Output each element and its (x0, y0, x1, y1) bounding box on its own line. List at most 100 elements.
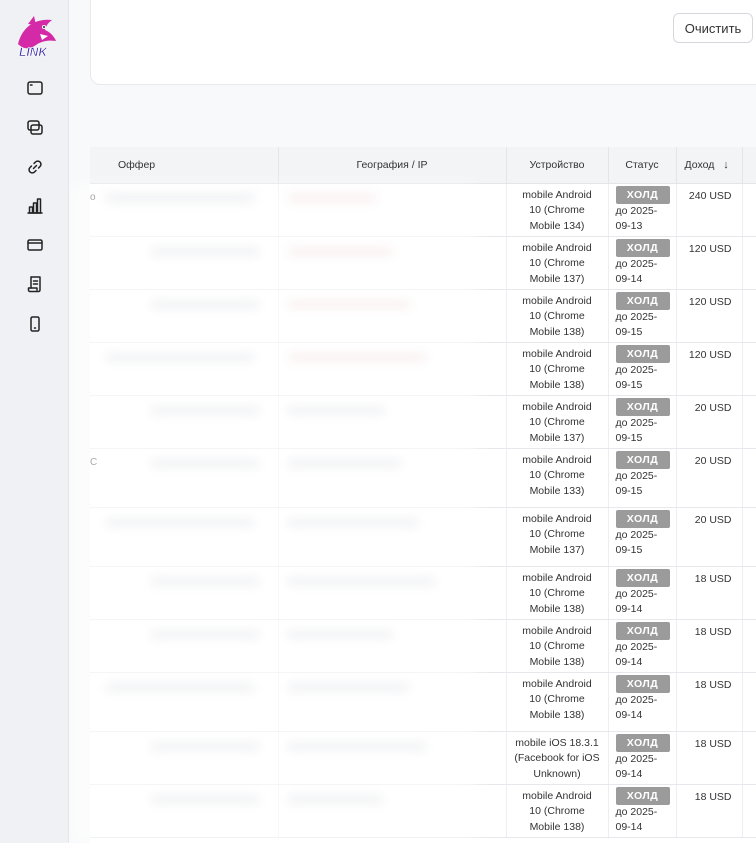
table-row[interactable]: mobile Android 10 (Chrome Mobile 138) ХОЛД д… (90, 784, 756, 838)
device-line: 10 (Chrome (529, 469, 585, 482)
device-cell: mobile Android 10 (Chrome Mobile 137) (506, 507, 609, 567)
geo-cell (278, 448, 507, 508)
income-value: 240 USD (676, 183, 743, 237)
device-line: Mobile 138) (529, 709, 585, 722)
header-status[interactable]: Статус (608, 147, 677, 184)
filter-panel: Очистить (90, 0, 756, 85)
device-line: Mobile 137) (529, 432, 585, 445)
header-device[interactable]: Устройство (506, 147, 609, 184)
clear-filters-button[interactable]: Очистить (673, 13, 753, 43)
income-value: 20 USD (676, 448, 743, 508)
hold-until-date: 09-15 (615, 326, 643, 338)
hold-until-date: до 2025- (615, 752, 658, 765)
device-line: (Facebook for iOS (514, 752, 600, 765)
income-value: 120 USD (676, 342, 743, 396)
table-row[interactable]: mobile Android 10 (Chrome Mobile 137) ХОЛД д… (90, 236, 756, 290)
nav-mobile-phone-icon[interactable] (24, 313, 46, 335)
device-cell: mobile Android 10 (Chrome Mobile 138) (506, 289, 609, 343)
offer-edge-text: C (90, 456, 98, 468)
device-line: 10 (Chrome (529, 363, 585, 376)
status-cell: ХОЛД до 2025- 09-14 (608, 784, 677, 838)
device-line: Mobile 134) (529, 220, 585, 233)
device-line: Mobile 138) (529, 379, 585, 392)
offer-cell[interactable] (90, 236, 279, 290)
table-row[interactable]: mobile iOS 18.3.1 (Facebook for iOS Unknow… (90, 731, 756, 785)
device-line: mobile Android (522, 512, 592, 525)
offer-cell[interactable] (90, 566, 279, 620)
redacted-text (105, 682, 255, 692)
offer-cell[interactable] (90, 342, 279, 396)
offer-cell[interactable] (90, 507, 279, 567)
nav-link-icon[interactable] (24, 156, 46, 178)
header-offer[interactable]: Оффер (90, 147, 279, 184)
offer-cell[interactable] (90, 619, 279, 673)
device-line: 10 (Chrome (529, 204, 585, 217)
device-line: mobile Android (522, 294, 592, 307)
geo-cell (278, 289, 507, 343)
main-content: Очистить Оффер География / IP Устройство… (69, 0, 756, 843)
hold-until-date: до 2025- (615, 587, 658, 600)
header-income[interactable]: Доход ↓ (676, 147, 743, 184)
redacted-text (286, 794, 384, 804)
table-row[interactable]: Cmobile Android 10 (Chrome Mobile 133) ХОЛД… (90, 448, 756, 508)
nav-bar-chart-icon[interactable] (24, 195, 46, 217)
offer-cell[interactable] (90, 784, 279, 838)
redacted-text (286, 517, 419, 527)
hold-until-date: 09-15 (615, 432, 643, 444)
header-income-label: Доход (684, 158, 715, 171)
header-extra (742, 147, 756, 184)
income-value: 18 USD (676, 566, 743, 620)
redacted-text (286, 576, 436, 586)
offer-cell[interactable] (90, 672, 279, 732)
table-row[interactable]: mobile Android 10 (Chrome Mobile 138) ХОЛД д… (90, 289, 756, 343)
offer-cell[interactable]: C (90, 448, 279, 508)
nav-browser-window-icon[interactable] (24, 77, 46, 99)
device-cell: mobile Android 10 (Chrome Mobile 138) (506, 784, 609, 838)
nav-document-icon[interactable] (24, 273, 46, 295)
offer-cell[interactable] (90, 731, 279, 785)
device-cell: mobile Android 10 (Chrome Mobile 138) (506, 342, 609, 396)
hold-until-date: до 2025- (615, 204, 658, 217)
status-cell: ХОЛД до 2025- 09-15 (608, 395, 677, 449)
table-row[interactable]: o mobile Android 10 (Chrome Mobile 134) ХОЛД… (90, 183, 756, 237)
nav-credit-card-icon[interactable] (24, 234, 46, 256)
redacted-text (150, 405, 260, 415)
geo-cell (278, 731, 507, 785)
arrow-down-icon[interactable]: ↓ (723, 159, 729, 171)
hold-until-date: до 2025- (615, 416, 658, 429)
device-line: mobile Android (522, 347, 592, 360)
device-cell: mobile Android 10 (Chrome Mobile 138) (506, 566, 609, 620)
device-line: 10 (Chrome (529, 640, 585, 653)
redacted-text (286, 458, 402, 468)
device-line: Mobile 137) (529, 273, 585, 286)
device-line: 10 (Chrome (529, 310, 585, 323)
income-value: 20 USD (676, 507, 743, 567)
status-cell: ХОЛД до 2025- 09-13 (608, 183, 677, 237)
table-row[interactable]: mobile Android 10 (Chrome Mobile 138) ХОЛД д… (90, 672, 756, 732)
device-line: mobile Android (522, 571, 592, 584)
nav-stacked-windows-icon[interactable] (24, 117, 46, 139)
income-value: 18 USD (676, 731, 743, 785)
table-row[interactable]: mobile Android 10 (Chrome Mobile 138) ХОЛД д… (90, 566, 756, 620)
extra-cell (742, 672, 756, 732)
offer-cell[interactable] (90, 395, 279, 449)
hold-until-date: до 2025- (615, 310, 658, 323)
income-value: 120 USD (676, 289, 743, 343)
extra-cell (742, 566, 756, 620)
table-row[interactable]: mobile Android 10 (Chrome Mobile 138) ХОЛД д… (90, 342, 756, 396)
device-cell: mobile Android 10 (Chrome Mobile 138) (506, 619, 609, 673)
status-cell: ХОЛД до 2025- 09-15 (608, 289, 677, 343)
table-row[interactable]: mobile Android 10 (Chrome Mobile 138) ХОЛД д… (90, 619, 756, 673)
table-row[interactable]: mobile Android 10 (Chrome Mobile 137) ХОЛД д… (90, 395, 756, 449)
table-row[interactable]: mobile Android 10 (Chrome Mobile 137) ХОЛД д… (90, 507, 756, 567)
extra-cell (742, 448, 756, 508)
header-geo[interactable]: География / IP (278, 147, 507, 184)
offer-cell[interactable] (90, 289, 279, 343)
hold-until-date: 09-14 (615, 768, 643, 780)
geo-cell (278, 672, 507, 732)
device-line: Mobile 138) (529, 603, 585, 616)
logo[interactable]: LINK (14, 14, 58, 59)
extra-cell (742, 784, 756, 838)
offer-cell[interactable]: o (90, 183, 279, 237)
extra-cell (742, 619, 756, 673)
